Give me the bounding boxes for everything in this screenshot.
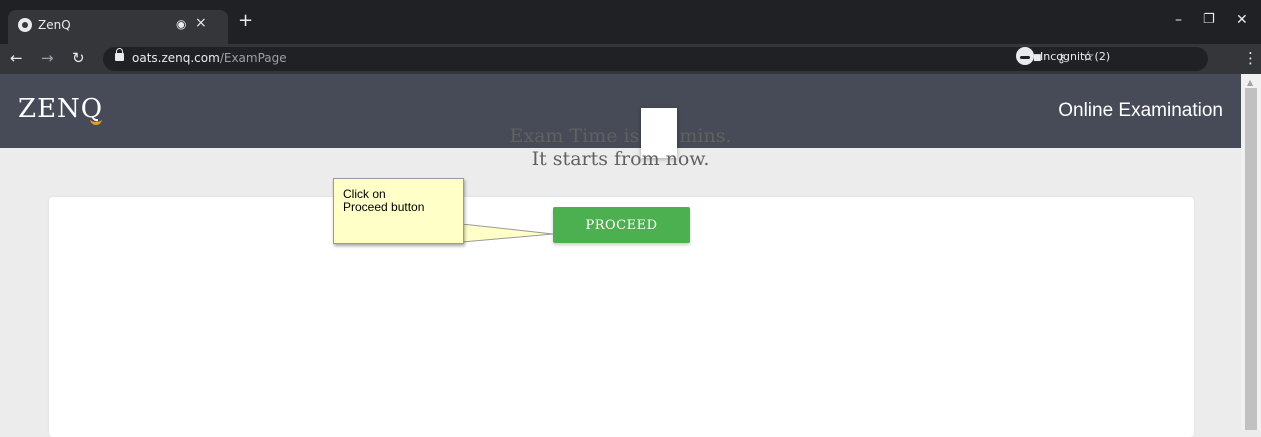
incognito-icon [1016, 47, 1034, 65]
instruction-callout: Click on Proceed button [333, 178, 464, 244]
page-content [0, 148, 1241, 437]
browser-tab[interactable]: ZenQ ◉ × [8, 10, 228, 44]
exam-start-text: It starts from now. [531, 148, 710, 170]
close-window-button[interactable]: ✕ [1236, 12, 1248, 28]
exam-time-prefix: Exam Time is [509, 125, 640, 147]
favicon-icon [18, 18, 32, 32]
callout-text: Click on Proceed button [343, 187, 425, 214]
lock-icon[interactable] [115, 48, 124, 61]
scrollbar-thumb[interactable] [1245, 88, 1257, 430]
tab-close-icon[interactable]: × [195, 15, 207, 31]
proceed-button[interactable]: PROCEED [553, 207, 690, 243]
restore-button[interactable]: ❐ [1203, 12, 1215, 27]
new-tab-button[interactable]: + [238, 12, 253, 30]
browser-menu-icon[interactable]: ⋮ [1243, 49, 1258, 67]
incognito-indicator[interactable]: Incognito (2) [1016, 46, 1110, 66]
scrollbar[interactable]: ▲ [1241, 74, 1261, 430]
minimize-button[interactable]: – [1175, 12, 1182, 28]
url-domain: oats.zenq.com [132, 51, 220, 65]
url-path: /ExamPage [219, 51, 287, 65]
url-text[interactable]: oats.zenq.com/ExamPage [132, 51, 287, 65]
scroll-up-icon[interactable]: ▲ [1247, 78, 1253, 87]
callout-pointer [462, 224, 554, 243]
incognito-label: Incognito (2) [1040, 49, 1111, 63]
tab-title: ZenQ [38, 18, 71, 32]
reload-icon[interactable]: ↻ [72, 49, 85, 67]
tab-audio-icon[interactable]: ◉ [176, 17, 186, 31]
forward-icon[interactable]: → [41, 49, 54, 67]
browser-toolbar: ← → ↻ oats.zenq.com/ExamPage ■ ⚷ ☆ Incog… [0, 44, 1261, 74]
back-icon[interactable]: ← [10, 49, 23, 67]
browser-tab-strip: ZenQ ◉ × + – ❐ ✕ [0, 0, 1261, 44]
exam-time-suffix: mins. [679, 125, 732, 147]
